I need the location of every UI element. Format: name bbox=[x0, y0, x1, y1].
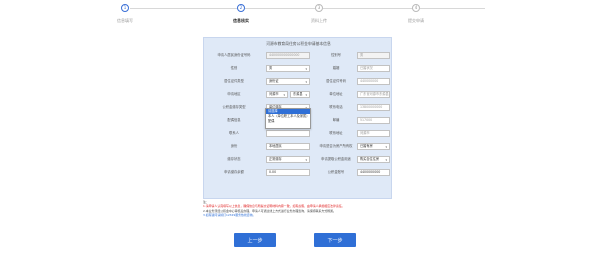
field-label: 申请是否为房产所有权 bbox=[319, 144, 353, 148]
note-line: 3.如有疑问请拨打12329服务热线咨询。 bbox=[203, 213, 256, 218]
chevron-down-icon: ▾ bbox=[305, 80, 307, 84]
id-type-select-value: 身份证 bbox=[269, 79, 279, 83]
field-label: 性别 bbox=[230, 66, 238, 70]
prev-step-button[interactable]: 上一步 bbox=[234, 233, 276, 247]
form-row: 申请人居民身份证号码 440000000000000 性别号 男 bbox=[204, 49, 393, 61]
id-type-select[interactable]: 身份证 ▾ bbox=[266, 78, 310, 85]
contact-person-field[interactable] bbox=[266, 130, 310, 137]
gender-select-value: 男 bbox=[269, 66, 273, 70]
step-4-circle: 4 bbox=[412, 4, 420, 12]
step-2-label: 信息核实 bbox=[233, 18, 249, 23]
step-connector bbox=[420, 8, 485, 9]
property-status-select-value: 已婚有房 bbox=[360, 144, 373, 148]
account-number-field[interactable]: 4400000000 bbox=[357, 169, 390, 176]
field-label: 居住证件号码 bbox=[326, 79, 346, 83]
city-select[interactable]: 河源市 ▾ bbox=[266, 91, 288, 98]
field-label: 联系地址 bbox=[329, 131, 343, 135]
field-label: 联系电话 bbox=[329, 105, 343, 109]
phone-field[interactable]: 13800000000 bbox=[357, 104, 390, 111]
chevron-down-icon: ▾ bbox=[305, 93, 307, 97]
chevron-down-icon: ▾ bbox=[385, 158, 387, 162]
field-label: 公积金账号 bbox=[327, 170, 345, 174]
field-label: 居住证件类型 bbox=[224, 79, 244, 83]
dropdown-list: 请选择 本人（单位职工本人及家属）（含配偶） 配偶 bbox=[265, 108, 311, 129]
step-3-circle: 3 bbox=[315, 4, 323, 12]
field-label: 申请缴存余额 bbox=[224, 170, 244, 174]
work-address-field[interactable]: 广东省河源市东源县 bbox=[357, 91, 390, 98]
field-label: 单位地址 bbox=[329, 92, 343, 96]
county-select-value: 东源县 bbox=[293, 92, 303, 96]
form-row: 身份 本地居民 申请是否为房产所有权 已婚有房 ▾ bbox=[204, 140, 393, 152]
withdrawal-purpose-select[interactable]: 购买自住住房 ▾ bbox=[357, 156, 390, 163]
withdrawal-purpose-select-value: 购买自住住房 bbox=[360, 157, 380, 161]
deposit-status-select[interactable]: 正常缴存 ▾ bbox=[266, 156, 310, 163]
notes-section: 注： 1.请申请人认真填写以上信息，确保信息与所提交证明材料内容一致，如有虚假，… bbox=[203, 200, 393, 218]
identity-select[interactable]: 本地居民 bbox=[266, 143, 310, 150]
chevron-down-icon: ▾ bbox=[305, 158, 307, 162]
step-4-label: 提交申请 bbox=[408, 18, 424, 23]
county-select[interactable]: 东源县 ▾ bbox=[290, 91, 310, 98]
form-row: 居住证件类型 身份证 ▾ 居住证件号码 440000000 bbox=[204, 75, 393, 87]
field-label: 申请人居民身份证号码 bbox=[217, 53, 251, 57]
step-2-circle: 2 bbox=[237, 4, 245, 12]
marital-status-field[interactable]: 已婚状况 bbox=[357, 65, 390, 72]
field-label: 配偶信息 bbox=[227, 118, 241, 122]
gender-select[interactable]: 男 ▾ bbox=[266, 65, 310, 72]
city-select-value: 河源市 bbox=[269, 92, 279, 96]
field-label: 公积金缴存类型 bbox=[222, 105, 246, 109]
contact-address-field[interactable]: 河源市 bbox=[357, 130, 390, 137]
step-progress: 1 信息填写 2 信息核实 3 资料上传 4 提交申请 bbox=[0, 0, 600, 30]
step-3-label: 资料上传 bbox=[311, 18, 327, 23]
next-step-button[interactable]: 下一步 bbox=[314, 233, 356, 247]
field-value[interactable]: 男 bbox=[357, 52, 390, 59]
postcode-field[interactable]: 517000 bbox=[357, 117, 390, 124]
form-title: 河源市教育局住房公积金申请基本信息 bbox=[266, 41, 331, 46]
step-1-circle: 1 bbox=[121, 4, 129, 12]
field-label: 申请地区 bbox=[227, 92, 241, 96]
form-row: 性别 男 ▾ 婚姻 已婚状况 bbox=[204, 62, 393, 74]
field-label: 性别号 bbox=[331, 53, 341, 57]
step-connector bbox=[245, 8, 315, 9]
id-document-number-field[interactable]: 440000000 bbox=[357, 78, 390, 85]
field-label: 身份 bbox=[230, 144, 238, 148]
balance-field[interactable]: 0.00 bbox=[266, 169, 310, 176]
chevron-down-icon: ▾ bbox=[283, 93, 285, 97]
step-connector bbox=[130, 8, 240, 9]
field-label: 缴存状态 bbox=[227, 157, 241, 161]
step-1-label: 信息填写 bbox=[117, 18, 133, 23]
dropdown-option[interactable]: 配偶 bbox=[266, 119, 310, 124]
chevron-down-icon: ▾ bbox=[305, 67, 307, 71]
field-label: 联系人 bbox=[229, 131, 239, 135]
step-connector bbox=[323, 8, 413, 9]
field-label: 婚姻 bbox=[332, 66, 340, 70]
field-label: 邮编 bbox=[332, 118, 340, 122]
form-row: 申请缴存余额 0.00 公积金账号 4400000000 bbox=[204, 166, 393, 178]
field-label: 申请提取公积金用途 bbox=[321, 157, 351, 161]
form-row: 缴存状态 正常缴存 ▾ 申请提取公积金用途 购买自住住房 ▾ bbox=[204, 153, 393, 165]
id-number-field[interactable]: 440000000000000 bbox=[266, 52, 310, 59]
chevron-down-icon: ▾ bbox=[385, 145, 387, 149]
form-row: 申请地区 河源市 ▾ 东源县 ▾ 单位地址 广东省河源市东源县 bbox=[204, 88, 393, 100]
deposit-status-select-value: 正常缴存 bbox=[269, 157, 282, 161]
property-status-select[interactable]: 已婚有房 ▾ bbox=[357, 143, 390, 150]
